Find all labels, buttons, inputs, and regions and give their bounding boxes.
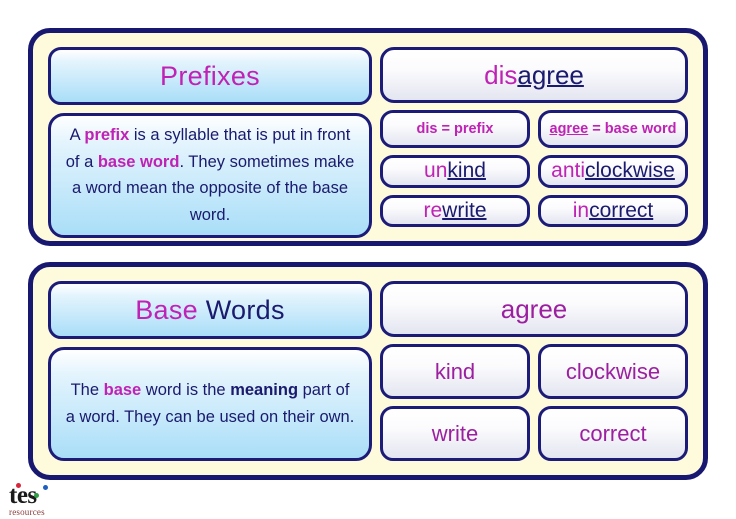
tes-logo-dot-red-icon — [16, 483, 21, 488]
example-incorrect-base: correct — [589, 198, 654, 222]
basewords-body-box: The base word is the meaning part of a w… — [48, 347, 372, 461]
tes-logo-dot-green-icon — [34, 493, 39, 498]
panel-prefixes-inner: Prefixes A prefix is a syllable that is … — [38, 38, 698, 238]
example-unkind: unkind — [424, 159, 486, 183]
definition-baseword-meaning: base word — [604, 121, 677, 137]
example-rewrite-prefix: re — [423, 198, 443, 222]
example-unkind-base: kind — [447, 159, 486, 183]
definition-prefix-meaning: prefix — [453, 121, 494, 137]
prefixes-body-box: A prefix is a syllable that is put in fr… — [48, 113, 372, 238]
basewords-right-column: agree kind clockwise write correct — [380, 281, 688, 461]
example-box-rewrite: rewrite — [380, 194, 530, 227]
prefixes-title-box: Prefixes — [48, 47, 372, 105]
definition-baseword-equals: = — [588, 121, 605, 137]
basewords-title-word-1: Base — [135, 294, 198, 325]
definition-prefix-text: dis = prefix — [417, 121, 494, 137]
definition-box-prefix: dis = prefix — [380, 110, 530, 148]
prefixes-definition-row: dis = prefix agree = base word — [380, 110, 688, 148]
word-kind: kind — [434, 358, 476, 384]
panel-base-words-inner: Base Words The base word is the meaning … — [38, 272, 698, 470]
prefixes-headword-box: disagree — [380, 47, 688, 103]
example-unkind-prefix: un — [424, 159, 448, 183]
example-incorrect-prefix: in — [572, 198, 590, 222]
example-incorrect: incorrect — [573, 199, 654, 223]
prefixes-headword-base: agree — [517, 59, 584, 90]
prefixes-title: Prefixes — [160, 61, 260, 92]
example-rewrite-base: write — [442, 198, 487, 222]
panel-prefixes: Prefixes A prefix is a syllable that is … — [28, 28, 708, 246]
poster-page: Prefixes A prefix is a syllable that is … — [0, 0, 736, 519]
basewords-body-seg-2: base — [103, 381, 142, 400]
word-box-write: write — [380, 406, 530, 461]
basewords-title: Base Words — [135, 295, 285, 326]
prefixes-example-row-1: unkind anticlockwise — [380, 155, 688, 188]
word-write: write — [431, 420, 479, 446]
prefixes-headword: disagree — [484, 60, 584, 91]
prefixes-left-column: Prefixes A prefix is a syllable that is … — [48, 47, 372, 238]
example-anticlockwise-prefix: anti — [551, 159, 585, 183]
basewords-body-seg-4: meaning — [230, 381, 299, 400]
word-box-correct: correct — [538, 406, 688, 461]
definition-baseword-term: agree — [549, 121, 589, 137]
tes-logo-text: tes — [9, 482, 37, 509]
prefixes-example-row-2: rewrite incorrect — [380, 194, 688, 227]
example-box-unkind: unkind — [380, 155, 530, 188]
prefixes-body-text: A prefix is a syllable that is put in fr… — [65, 122, 355, 229]
basewords-headword-box: agree — [380, 281, 688, 337]
basewords-word-row-1: kind clockwise — [380, 344, 688, 399]
example-box-anticlockwise: anticlockwise — [538, 155, 688, 188]
prefixes-right-column: disagree dis = prefix agree = base word … — [380, 47, 688, 227]
basewords-left-column: Base Words The base word is the meaning … — [48, 281, 372, 461]
tes-logo-mark: tes — [9, 482, 69, 509]
basewords-title-word-2: Words — [197, 294, 285, 325]
word-clockwise: clockwise — [565, 358, 661, 384]
basewords-headword: agree — [500, 293, 568, 324]
example-anticlockwise-base: clockwise — [585, 159, 675, 183]
word-correct: correct — [579, 420, 647, 446]
prefixes-title-word: Prefixes — [160, 60, 260, 91]
prefixes-body-seg-1: A — [69, 126, 85, 144]
word-box-clockwise: clockwise — [538, 344, 688, 399]
definition-baseword-text: agree = base word — [550, 121, 677, 137]
definition-prefix-equals: = — [437, 121, 454, 137]
basewords-body-text: The base word is the meaning part of a w… — [65, 377, 355, 430]
tes-resources-logo: tes resources — [9, 482, 69, 517]
example-box-incorrect: incorrect — [538, 194, 688, 227]
prefixes-body-seg-4: base word — [97, 152, 180, 171]
basewords-body-seg-1: The — [70, 381, 104, 400]
basewords-body-seg-3: word is the — [141, 381, 231, 400]
prefixes-body-seg-2: prefix — [84, 126, 130, 144]
example-rewrite: rewrite — [423, 199, 486, 223]
basewords-title-box: Base Words — [48, 281, 372, 339]
prefixes-headword-prefix: dis — [484, 59, 518, 90]
word-box-kind: kind — [380, 344, 530, 399]
basewords-word-row-2: write correct — [380, 406, 688, 461]
definition-prefix-term: dis — [416, 121, 438, 137]
tes-logo-dot-blue-icon — [43, 485, 48, 490]
panel-base-words: Base Words The base word is the meaning … — [28, 262, 708, 480]
example-anticlockwise: anticlockwise — [551, 159, 675, 183]
definition-box-baseword: agree = base word — [538, 110, 688, 148]
